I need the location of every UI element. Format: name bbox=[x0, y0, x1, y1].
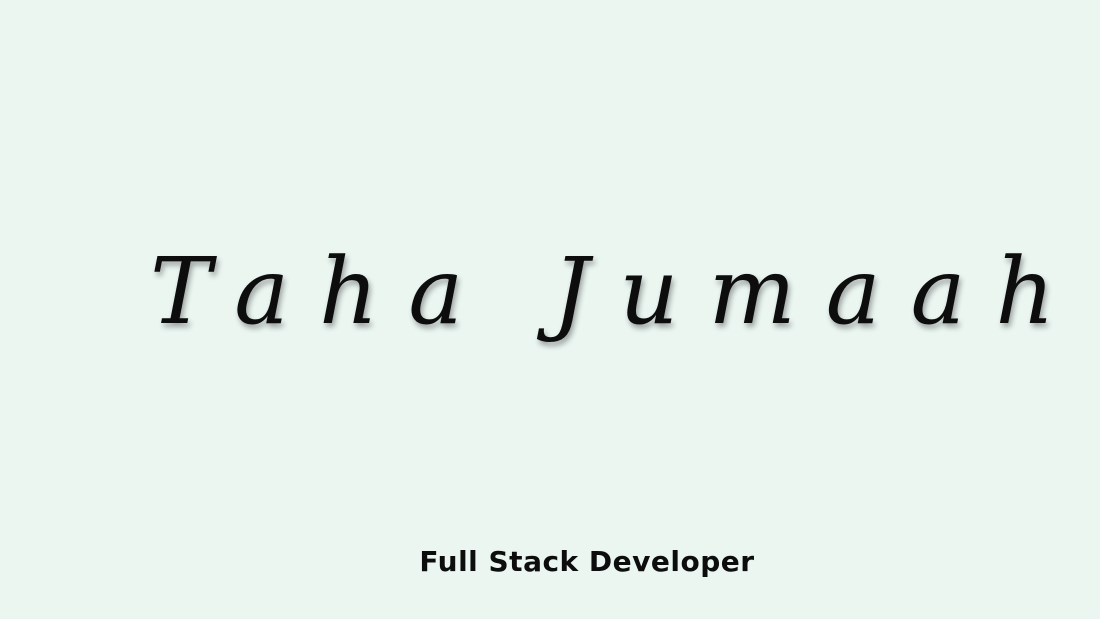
signature-svg: Taha Jumaah bbox=[150, 238, 1055, 345]
job-title: Full Stack Developer bbox=[419, 545, 755, 578]
signature-name: Taha Jumaah bbox=[150, 225, 1055, 375]
page-root: Taha Jumaah Full Stack Developer bbox=[0, 0, 1100, 619]
signature-name-text: Taha Jumaah bbox=[150, 238, 1085, 345]
